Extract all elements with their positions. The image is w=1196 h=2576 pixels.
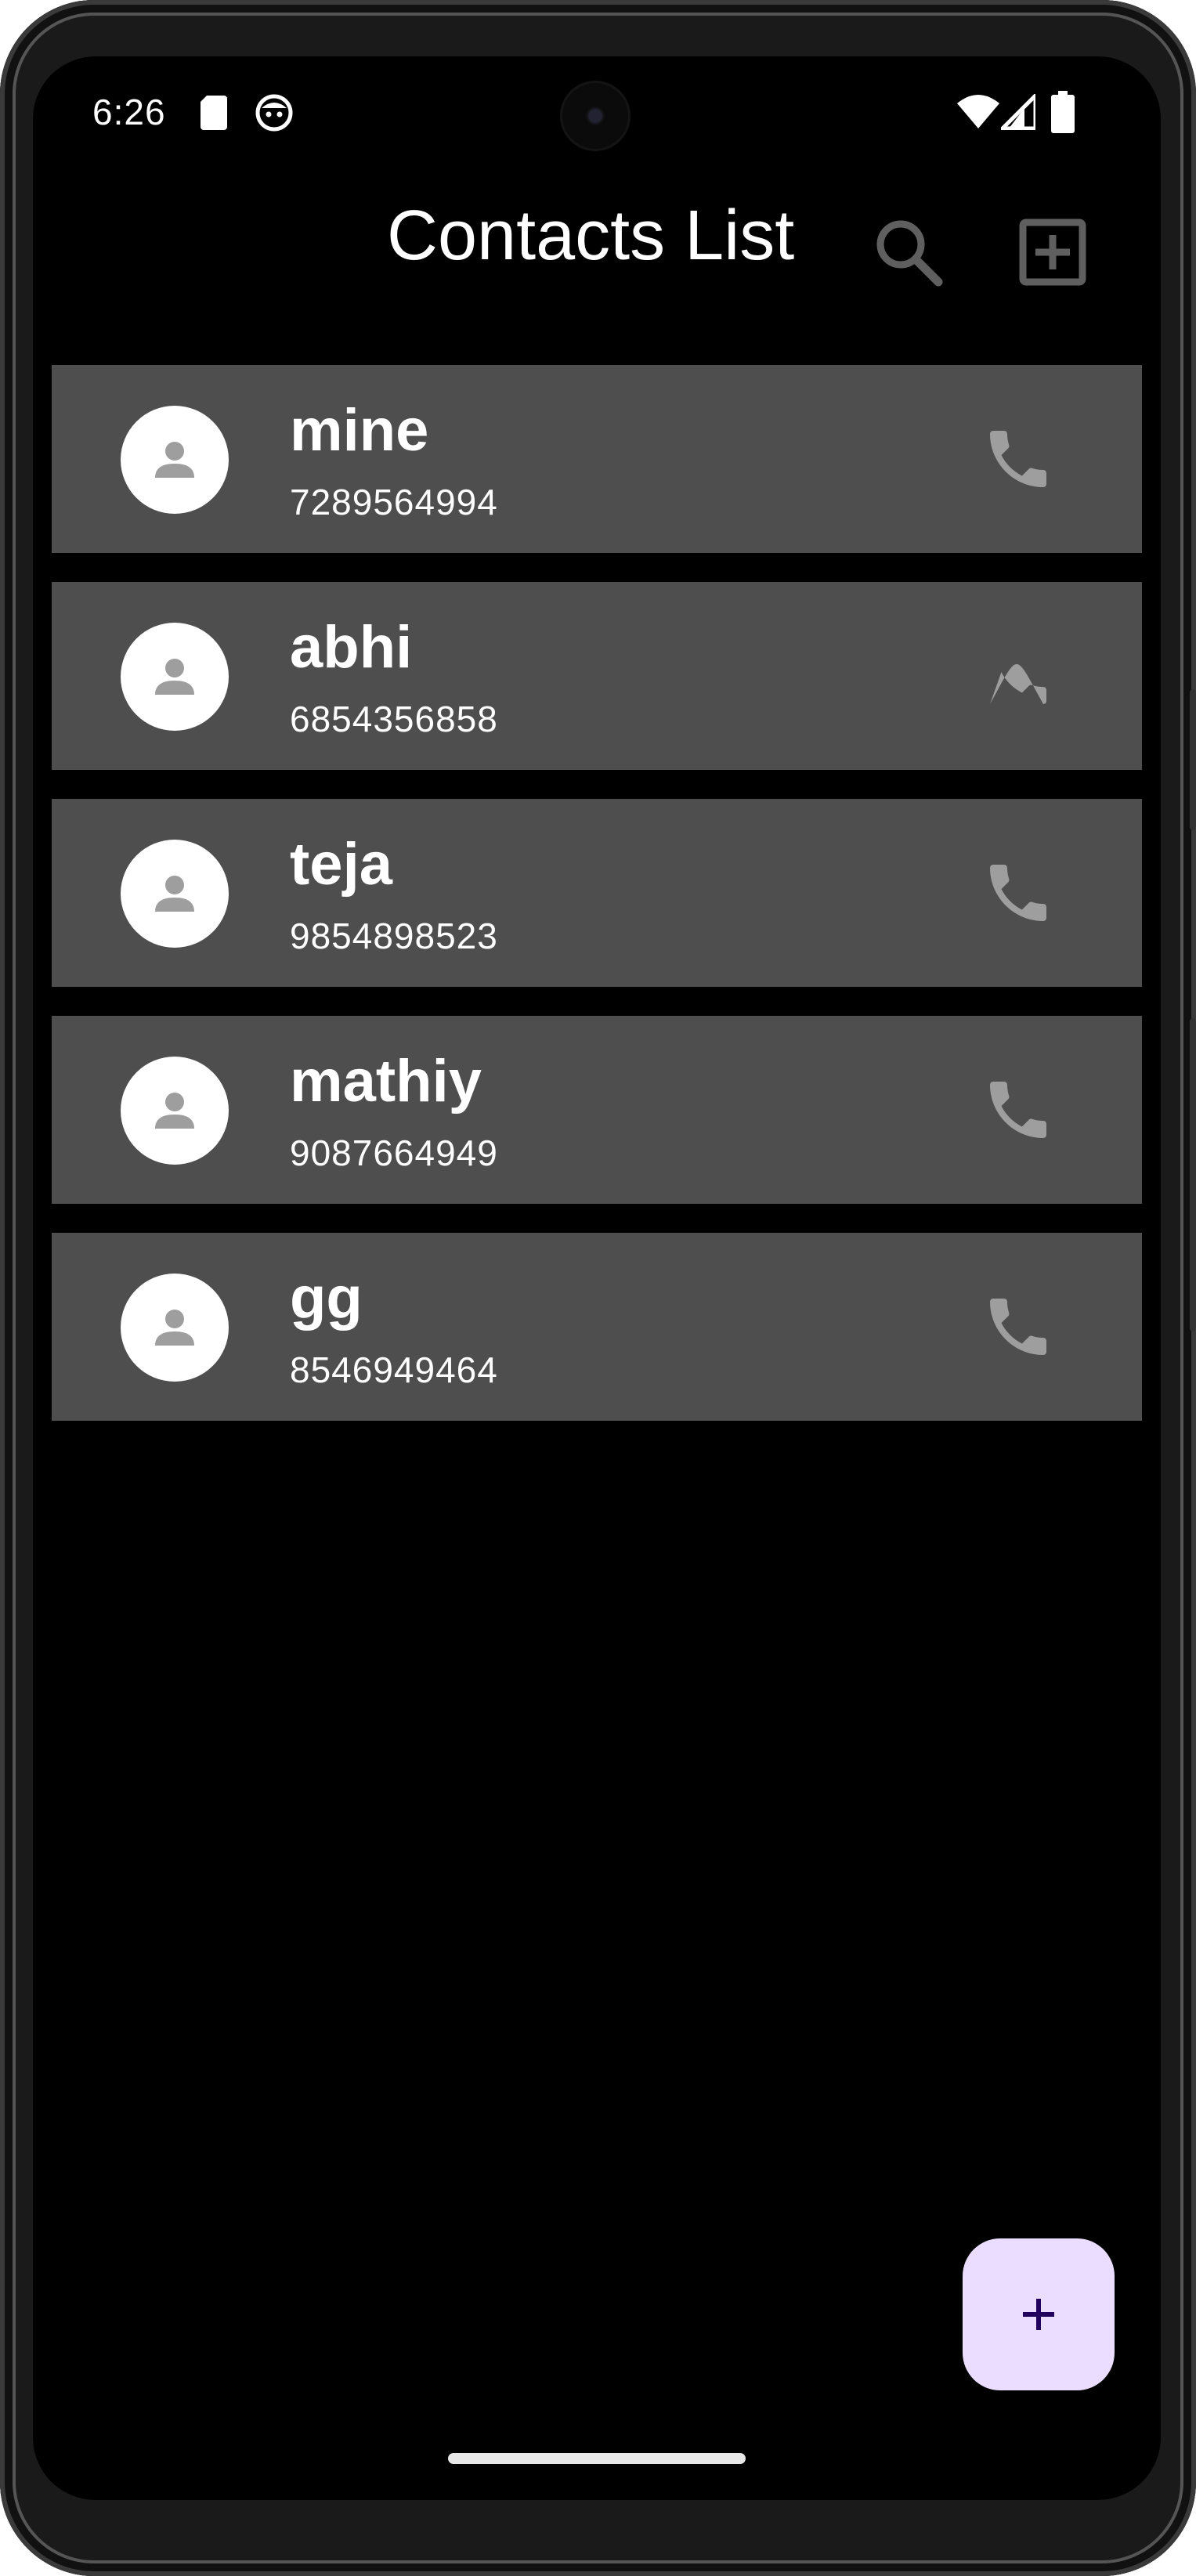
plus-icon [1023,2299,1054,2330]
contact-row[interactable]: teja 9854898523 [52,799,1142,987]
phone-icon [990,865,1046,921]
person-icon [155,442,194,478]
face-icon [255,94,293,135]
contact-phone: 7289564994 [290,482,498,522]
contact-row[interactable]: gg 8546949464 [52,1233,1142,1421]
call-button[interactable] [981,1072,1056,1147]
sd-card-icon [201,96,227,134]
contact-name: gg [290,1265,363,1331]
avatar [121,1274,229,1382]
contact-phone: 6854356858 [290,699,498,739]
contact-name: mine [290,397,429,464]
cell-signal-icon [997,90,1038,134]
contact-row[interactable]: mathiy 9087664949 [52,1016,1142,1204]
contact-row[interactable]: abhi 6854356858 [52,582,1142,770]
contact-phone: 8546949464 [290,1349,498,1390]
phone-icon [990,664,1046,704]
power-button [1190,1018,1196,1331]
add-box-icon [1010,219,1095,298]
device-frame: 6:26 Contacts List mine 7289564994 abhi … [0,0,1196,2576]
phone-icon [990,431,1046,487]
person-icon [155,1310,194,1346]
search-button[interactable] [866,210,951,294]
volume-button [1190,689,1196,830]
status-time: 6:26 [92,92,166,132]
contact-name: abhi [290,614,413,681]
contact-name: teja [290,831,392,898]
battery-icon [1051,91,1075,137]
search-icon [866,220,951,298]
contact-row[interactable]: mine 7289564994 [52,365,1142,553]
contact-phone: 9087664949 [290,1133,498,1173]
wifi-icon [957,94,999,134]
avatar [121,1057,229,1165]
avatar [121,623,229,731]
add-contact-button[interactable] [1010,210,1095,294]
contact-name: mathiy [290,1048,482,1115]
status-bar: 6:26 [33,56,1161,174]
person-icon [155,876,194,912]
call-button[interactable] [981,855,1056,930]
front-camera [562,83,628,149]
avatar [121,406,229,514]
person-icon [155,1093,194,1129]
contact-phone: 9854898523 [290,916,498,956]
page-title: Contacts List [387,197,795,275]
gesture-nav-handle[interactable] [448,2453,746,2464]
phone-icon [990,1299,1046,1355]
call-button[interactable] [981,421,1056,497]
call-button[interactable] [981,1289,1056,1364]
call-button[interactable] [981,638,1056,714]
person-icon [155,659,194,695]
contact-list: mine 7289564994 abhi 6854356858 teja 985… [52,365,1142,1450]
add-fab-button[interactable] [963,2238,1115,2390]
screen: 6:26 Contacts List mine 7289564994 abhi … [33,56,1161,2500]
phone-icon [990,1082,1046,1138]
avatar [121,840,229,948]
